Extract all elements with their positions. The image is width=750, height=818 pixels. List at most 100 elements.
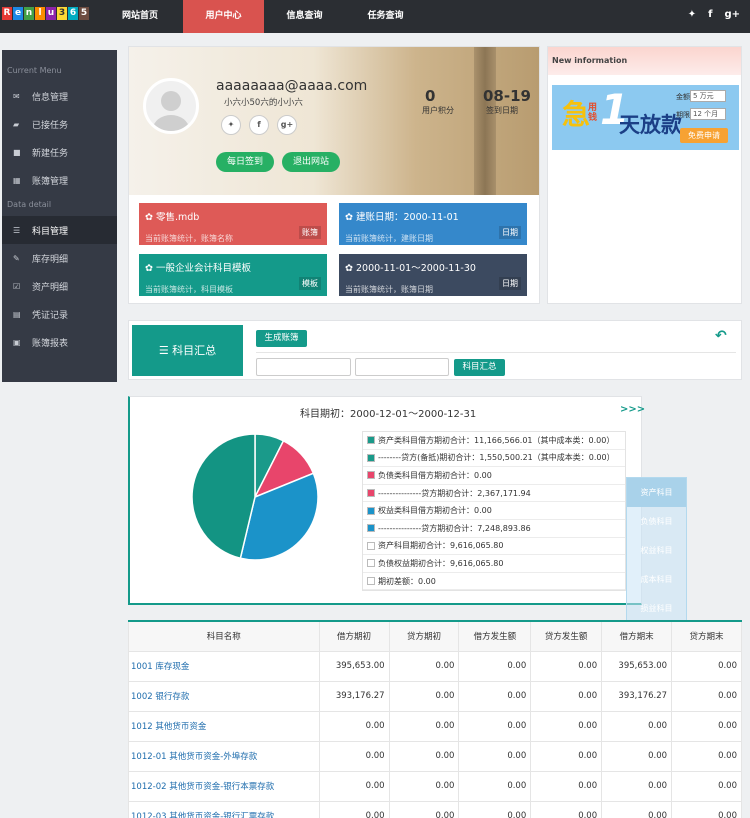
google-plus-share-icon[interactable]: g+ [277, 115, 297, 135]
more-link[interactable]: >>> [620, 404, 645, 415]
legend-item: 负债权益期初合计：9,616,065.80 [363, 555, 625, 573]
amount-cell: 0.00 [530, 710, 603, 742]
sidebar-item-subjects[interactable]: ☰ 科目管理 [2, 216, 117, 244]
table-row[interactable]: 1012-03 其他货币资金-银行汇票存款 0.00 0.00 0.00 0.00 0.0… [128, 800, 742, 818]
subject-name-cell[interactable]: 1012 其他货币资金 [128, 710, 320, 742]
cog-icon: ✿ [345, 263, 356, 274]
twitter-share-icon[interactable]: ✦ [221, 115, 241, 135]
legend-label: 资产类科目借方期初合计：11,166,566.01（其中成本类：0.00） [378, 435, 615, 445]
chart-panel: 科目期初：2000-12-01～2000-12-31 >>> 资产类科目借方期初… [128, 396, 645, 605]
sidebar-item-info[interactable]: ✉ 信息管理 [2, 82, 117, 110]
legend-label: ---------------贷方期初合计：7,248,893.86 [378, 523, 531, 533]
column-header[interactable]: 科目名称 [128, 620, 320, 652]
tab-liabilities[interactable]: 负债科目 [627, 507, 686, 536]
subject-name-cell[interactable]: 1012-03 其他货币资金-银行汇票存款 [128, 800, 320, 818]
generate-ledger-button[interactable]: 生成账簿 [256, 330, 307, 347]
pie-slice[interactable] [191, 433, 256, 560]
nav-task-query[interactable]: 任务查询 [345, 0, 426, 33]
logout-button[interactable]: 退出网站 [282, 152, 340, 172]
legend-label: 权益类科目借方期初合计：0.00 [378, 506, 492, 516]
sidebar-item-inventory[interactable]: ✎ 库存明细 [2, 244, 117, 272]
logo-letter: 5 [79, 7, 89, 20]
tab-cost[interactable]: 成本科目 [627, 565, 686, 594]
sidebar-item-assets[interactable]: ☑ 资产明细 [2, 272, 117, 300]
back-icon[interactable]: ↶ [715, 328, 727, 344]
google-plus-icon[interactable]: g+ [724, 9, 740, 20]
grid-icon: ▦ [13, 175, 21, 185]
legend-item: 期初差额：0.00 [363, 573, 625, 591]
subject-name-cell[interactable]: 1002 银行存款 [128, 680, 320, 712]
sidebar-item-ledger[interactable]: ▦ 账簿管理 [2, 166, 117, 194]
logo-letter: R [2, 7, 12, 20]
table-row[interactable]: 1012-02 其他货币资金-银行本票存款 0.00 0.00 0.00 0.00 0.0… [128, 770, 742, 802]
table-row[interactable]: 1012 其他货币资金 0.00 0.00 0.00 0.00 0.00 0.00 [128, 710, 742, 742]
logo-letter: 6 [68, 7, 78, 20]
legend-swatch [367, 541, 375, 550]
table-row[interactable]: 1002 银行存款 393,176.27 0.00 0.00 0.00 393,176.2… [128, 680, 742, 712]
sidebar-section-data: Data detail [7, 200, 52, 209]
folder-open-icon: ▰ [13, 119, 20, 129]
subject-name-cell[interactable]: 1012-02 其他货币资金-银行本票存款 [128, 770, 320, 802]
subject-summary-panel: ☰ 科目汇总 生成账簿 科目汇总 ↶ [128, 320, 742, 380]
legend-swatch [367, 577, 375, 586]
legend-swatch [367, 471, 375, 480]
column-header[interactable]: 借方期初 [318, 620, 390, 652]
sidebar-item-new-task[interactable]: ■ 新建任务 [2, 138, 117, 166]
logo-letter: e [13, 7, 23, 20]
sidebar-item-accepted-tasks[interactable]: ▰ 已接任务 [2, 110, 117, 138]
subject-name-cell[interactable]: 1012-01 其他货币资金-外埠存款 [128, 740, 320, 772]
subject-name-cell[interactable]: 1001 库存现金 [128, 650, 320, 682]
logo-letter: u [46, 7, 56, 20]
amount-cell: 393,176.27 [601, 680, 673, 712]
cog-icon: ✿ [345, 212, 356, 223]
tab-profit-loss[interactable]: 损益科目 [627, 594, 686, 623]
column-header[interactable]: 贷方期末 [671, 620, 742, 652]
facebook-icon[interactable]: f [708, 9, 712, 20]
table-row[interactable]: 1001 库存现金 395,653.00 0.00 0.00 0.00 395,653.0… [128, 650, 742, 682]
amount-cell: 0.00 [458, 680, 532, 712]
start-date-input[interactable] [256, 358, 351, 376]
column-header[interactable]: 借方发生额 [458, 620, 532, 652]
amount-cell: 0.00 [318, 710, 390, 742]
created-date-tile[interactable]: ✿ 建账日期：2000-11-01 当前账簿统计，建账日期 日期 [339, 203, 527, 245]
legend-label: --------贷方(备抵)期初合计：1,550,500.21（其中成本类：0.… [378, 453, 615, 463]
sidebar-section-current: Current Menu [7, 66, 62, 75]
facebook-share-icon[interactable]: f [249, 115, 269, 135]
amount-cell: 0.00 [601, 710, 673, 742]
template-tile[interactable]: ✿ 一般企业会计科目模板 当前账簿统计，科目模板 模板 [139, 254, 327, 296]
table-row[interactable]: 1012-01 其他货币资金-外埠存款 0.00 0.00 0.00 0.00 0.00 0… [128, 740, 742, 772]
amount-cell: 0.00 [388, 740, 460, 772]
nav-info-query[interactable]: 信息查询 [264, 0, 345, 33]
amount-cell: 0.00 [388, 770, 460, 802]
avatar[interactable] [143, 78, 199, 134]
nav-user-center[interactable]: 用户中心 [183, 0, 264, 33]
chart-legend: 资产类科目借方期初合计：11,166,566.01（其中成本类：0.00） ---… [362, 431, 626, 592]
column-header[interactable]: 借方期末 [601, 620, 673, 652]
tab-assets[interactable]: 资产科目 [627, 478, 686, 507]
sidebar-item-vouchers[interactable]: ▤ 凭证记录 [2, 300, 117, 328]
twitter-icon[interactable]: ✦ [688, 9, 696, 20]
apply-button[interactable]: 免费申请 [680, 128, 728, 143]
amount-cell: 0.00 [458, 770, 532, 802]
loan-ad-banner[interactable]: 急 用钱 1 天放款 金额 5 万元 期限 12 个月 免费申请 [552, 85, 739, 150]
sidebar-item-reports[interactable]: ▣ 账簿报表 [2, 328, 117, 356]
amount-cell: 0.00 [318, 800, 390, 818]
end-date-input[interactable] [355, 358, 449, 376]
list-icon: ☰ [158, 344, 173, 357]
nav-home[interactable]: 网站首页 [97, 0, 183, 33]
tab-equity[interactable]: 权益科目 [627, 536, 686, 565]
amount-cell: 393,176.27 [318, 680, 390, 712]
column-header[interactable]: 贷方期初 [388, 620, 460, 652]
legend-swatch [367, 506, 375, 515]
subject-summary-button[interactable]: 科目汇总 [454, 359, 505, 376]
column-header[interactable]: 贷方发生额 [530, 620, 603, 652]
amount-cell: 0.00 [530, 650, 603, 682]
amount-cell: 0.00 [530, 680, 603, 712]
amount-cell: 0.00 [458, 650, 532, 682]
subject-type-tabs: 资产科目 负债科目 权益科目 成本科目 损益科目 [626, 477, 687, 622]
daily-signin-button[interactable]: 每日签到 [216, 152, 274, 172]
period-tile[interactable]: ✿ 2000-11-01～2000-11-30 当前账簿统计，账簿日期 日期 [339, 254, 527, 296]
ledger-name-tile[interactable]: ✿ 零售.mdb 当前账簿统计，账簿名称 账簿 [139, 203, 327, 245]
new-info-title: New information [548, 47, 741, 75]
site-logo[interactable]: R e n l u 3 6 5 [2, 7, 90, 26]
